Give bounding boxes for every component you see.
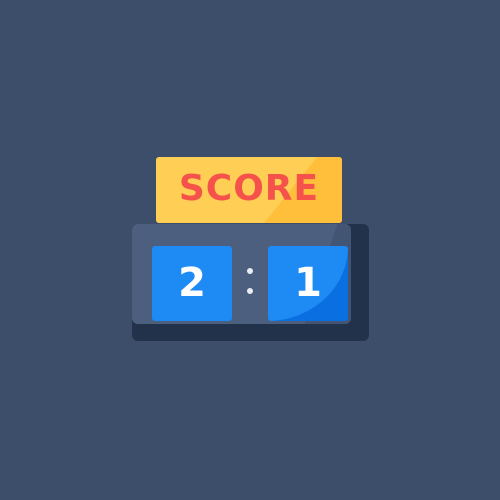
separator-dot-bottom xyxy=(247,288,253,294)
score-sign: SCORE xyxy=(156,157,342,223)
score-separator xyxy=(244,262,256,302)
away-score-value: 1 xyxy=(294,260,322,306)
score-label: SCORE xyxy=(178,168,320,209)
scoreboard-icon: SCORE 2 1 xyxy=(0,0,500,500)
home-score-panel: 2 xyxy=(152,246,232,321)
home-score-value: 2 xyxy=(178,260,206,306)
separator-dot-top xyxy=(247,268,253,274)
away-score-panel: 1 xyxy=(268,246,348,321)
